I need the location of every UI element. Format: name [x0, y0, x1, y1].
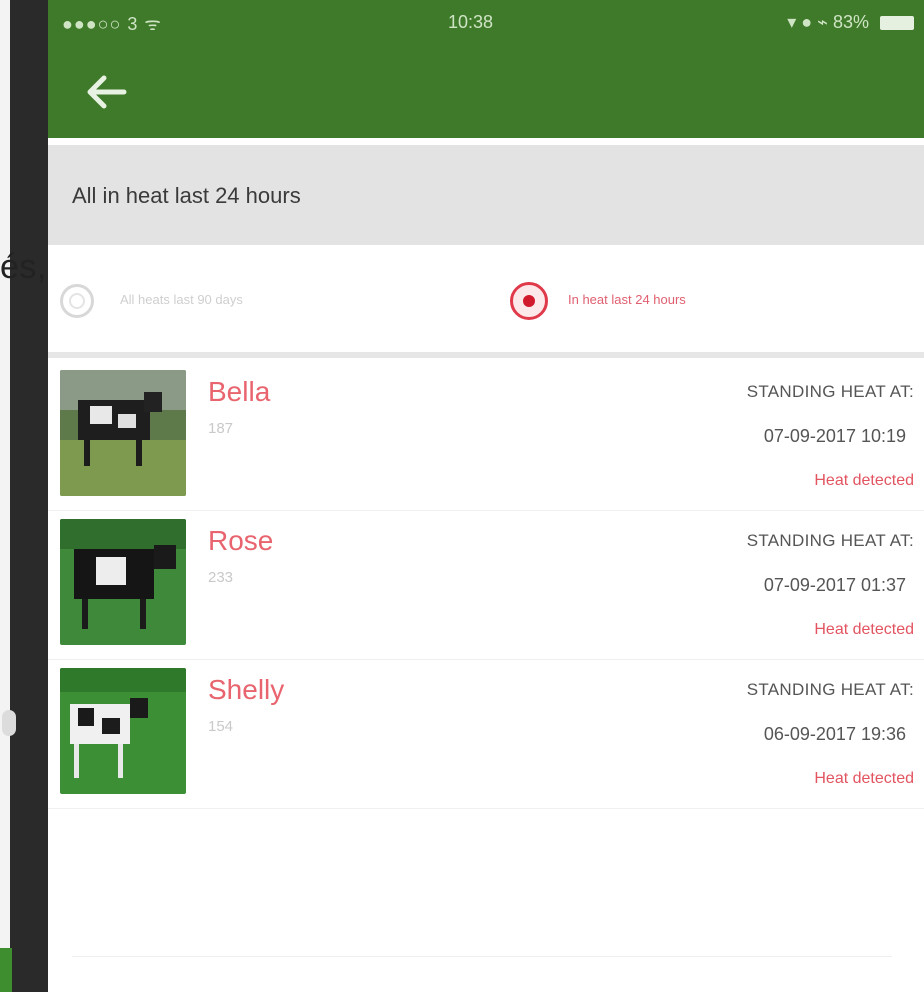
standing-heat-label: STANDING HEAT AT: [746, 680, 914, 699]
radio-in-heat-24h-label[interactable]: In heat last 24 hours [568, 292, 686, 307]
cow-name: Rose [208, 525, 274, 556]
heat-datetime: 06-09-2017 19:36 [763, 724, 906, 744]
background-edge [0, 0, 10, 992]
divider [72, 956, 892, 957]
side-handle [2, 710, 16, 736]
status-carrier: ●●●○○ 3 ᯤ [62, 14, 162, 34]
cow-id: 187 [208, 420, 234, 437]
filter-options: All heats last 90 days In heat last 24 h… [48, 252, 924, 358]
standing-heat-label: STANDING HEAT AT: [746, 382, 914, 401]
back-button[interactable] [84, 72, 130, 112]
cow-photo [60, 668, 186, 794]
cow-photo [60, 370, 186, 496]
heat-status: Heat detected [814, 472, 914, 489]
radio-all-heats-label[interactable]: All heats last 90 days [120, 292, 243, 307]
phone-screen: ●●●○○ 3 ᯤ 10:38 ▾ ● ⌁ 83% All in heat la… [48, 0, 924, 992]
cow-id: 233 [208, 569, 234, 586]
cow-photo [60, 519, 186, 645]
heat-status: Heat detected [814, 621, 914, 638]
cow-list: Bella 187 STANDING HEAT AT: 07-09-2017 1… [48, 362, 924, 809]
battery-icon [880, 16, 914, 31]
radio-all-heats[interactable] [60, 284, 94, 318]
list-item[interactable]: Shelly 154 STANDING HEAT AT: 06-09-2017 … [48, 660, 924, 809]
heat-datetime: 07-09-2017 01:37 [763, 575, 906, 595]
list-item[interactable]: Bella 187 STANDING HEAT AT: 07-09-2017 1… [48, 362, 924, 511]
background-green-patch [0, 948, 12, 992]
cow-id: 154 [208, 718, 234, 735]
overlay-text: és, [0, 248, 47, 286]
radio-in-heat-24h[interactable] [510, 282, 548, 320]
status-bar: ●●●○○ 3 ᯤ 10:38 ▾ ● ⌁ 83% [48, 12, 924, 38]
section-header: All in heat last 24 hours [48, 145, 924, 245]
section-title: All in heat last 24 hours [72, 183, 301, 208]
status-right: ▾ ● ⌁ 83% [787, 12, 914, 33]
standing-heat-label: STANDING HEAT AT: [746, 531, 914, 550]
cow-name: Shelly [208, 674, 285, 705]
status-indicators: ▾ ● ⌁ 83% [787, 12, 869, 32]
status-time: 10:38 [448, 12, 494, 32]
app-bar: ●●●○○ 3 ᯤ 10:38 ▾ ● ⌁ 83% [48, 0, 924, 138]
heat-status: Heat detected [814, 770, 914, 787]
list-item[interactable]: Rose 233 STANDING HEAT AT: 07-09-2017 01… [48, 511, 924, 660]
heat-datetime: 07-09-2017 10:19 [763, 426, 906, 446]
cow-name: Bella [208, 376, 271, 407]
arrow-left-icon [87, 75, 127, 109]
